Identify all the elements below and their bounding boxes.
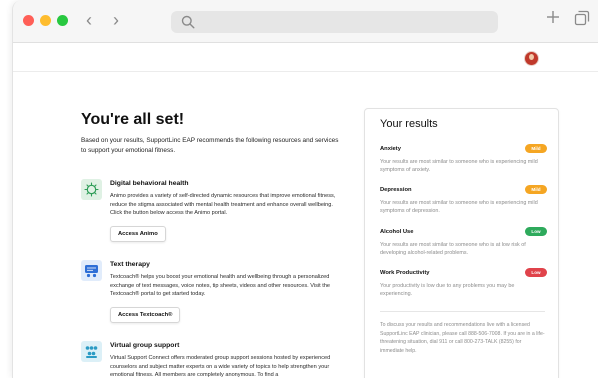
result-item-alcohol-use: Alcohol Use Low Your results are most si… bbox=[380, 227, 547, 258]
result-description: Your results are most similar to someone… bbox=[380, 159, 538, 174]
result-name: Alcohol Use bbox=[380, 229, 414, 235]
crisis-note: To discuss your results and recommendati… bbox=[380, 322, 545, 354]
result-item-work-productivity: Work Productivity Low Your productivity … bbox=[380, 268, 547, 299]
close-window-button[interactable] bbox=[23, 15, 34, 26]
forward-icon[interactable]: › bbox=[113, 10, 119, 30]
resource-description: Animo provides a variety of self-directe… bbox=[110, 193, 336, 217]
avatar[interactable] bbox=[524, 51, 539, 66]
page-title: You're all set! bbox=[81, 111, 185, 128]
result-name: Depression bbox=[380, 187, 412, 193]
access-animo-button[interactable]: Access Animo bbox=[110, 225, 166, 242]
chat-users-icon bbox=[81, 260, 102, 281]
zoom-window-button[interactable] bbox=[57, 15, 68, 26]
brain-icon bbox=[81, 179, 102, 200]
result-description: Your productivity is low due to any prob… bbox=[380, 283, 515, 298]
minimize-window-button[interactable] bbox=[40, 15, 51, 26]
status-badge: Low bbox=[525, 227, 547, 236]
result-item-depression: Depression Mild Your results are most si… bbox=[380, 185, 547, 216]
browser-window: ‹ › You're all set! Based on your result… bbox=[12, 0, 598, 378]
search-icon bbox=[181, 15, 195, 29]
status-badge: Mild bbox=[525, 185, 547, 194]
address-bar[interactable] bbox=[171, 11, 498, 33]
result-description: Your results are most similar to someone… bbox=[380, 242, 526, 257]
intro-text: Based on your results, SupportLinc EAP r… bbox=[81, 137, 339, 154]
results-title: Your results bbox=[380, 118, 438, 130]
group-icon bbox=[81, 341, 102, 362]
recommendations-section: You're all set! Based on your results, S… bbox=[81, 110, 343, 155]
resource-description: Textcoach® helps you boost your emotiona… bbox=[110, 274, 331, 298]
result-item-anxiety: Anxiety Mild Your results are most simil… bbox=[380, 144, 547, 175]
back-icon[interactable]: ‹ bbox=[86, 10, 92, 30]
tabs-icon[interactable] bbox=[574, 10, 590, 26]
access-textcoach-button[interactable]: Access Textcoach® bbox=[110, 306, 181, 323]
divider bbox=[380, 311, 545, 312]
resource-description: Virtual Support Connect offers moderated… bbox=[110, 355, 331, 378]
result-name: Work Productivity bbox=[380, 270, 430, 276]
status-badge: Mild bbox=[525, 144, 547, 153]
resource-title: Virtual group support bbox=[110, 342, 180, 349]
app-header bbox=[13, 43, 598, 72]
result-name: Anxiety bbox=[380, 146, 401, 152]
plus-icon[interactable] bbox=[545, 9, 561, 25]
results-panel: Your results Anxiety Mild Your results a… bbox=[364, 108, 559, 378]
resource-title: Digital behavioral health bbox=[110, 180, 189, 187]
result-description: Your results are most similar to someone… bbox=[380, 200, 538, 215]
status-badge: Low bbox=[525, 268, 547, 277]
browser-toolbar: ‹ › bbox=[13, 0, 598, 43]
resource-title: Text therapy bbox=[110, 261, 150, 268]
